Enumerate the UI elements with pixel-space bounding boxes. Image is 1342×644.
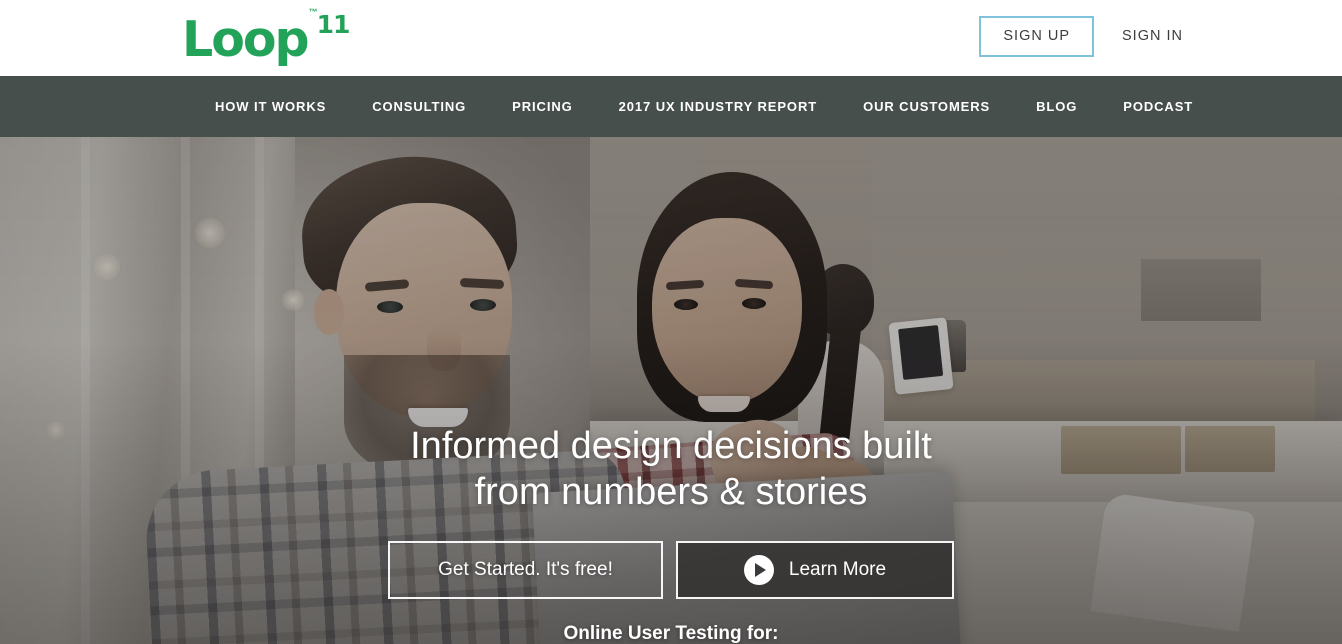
loop11-logo[interactable]: Loop ™ 11 [182,7,351,68]
nav-item-how-it-works[interactable]: HOW IT WORKS [215,99,326,114]
get-started-button[interactable]: Get Started. It's free! [388,540,663,599]
logo-number: 11 [316,9,351,39]
play-icon [743,554,774,585]
hero-cta-group: Get Started. It's free! Learn More [388,540,954,599]
logo-wordmark: Loop [182,10,310,68]
hero-headline: Informed design decisions built from num… [361,423,981,516]
learn-more-button[interactable]: Learn More [676,540,954,599]
hero-headline-line-2: from numbers & stories [474,471,868,514]
nav-item-pricing[interactable]: PRICING [512,99,572,114]
nav-item-blog[interactable]: BLOG [1036,99,1077,114]
auth-actions: SIGN UP SIGN IN [979,16,1187,57]
main-navigation: HOW IT WORKS CONSULTING PRICING 2017 UX … [0,76,1342,137]
site-header: Loop ™ 11 SIGN UP SIGN IN [0,0,1342,76]
page-root: Loop ™ 11 SIGN UP SIGN IN HOW IT WORKS C… [0,0,1342,644]
sign-up-button[interactable]: SIGN UP [979,16,1095,57]
nav-item-our-customers[interactable]: OUR CUSTOMERS [863,99,990,114]
hero-section: Informed design decisions built from num… [0,137,1342,644]
hero-subtext: Online User Testing for: [563,622,779,644]
sign-in-link[interactable]: SIGN IN [1118,17,1187,55]
nav-item-ux-industry-report[interactable]: 2017 UX INDUSTRY REPORT [619,99,817,114]
nav-item-consulting[interactable]: CONSULTING [372,99,466,114]
nav-item-podcast[interactable]: PODCAST [1123,99,1193,114]
hero-content: Informed design decisions built from num… [0,137,1342,644]
nav-items: HOW IT WORKS CONSULTING PRICING 2017 UX … [215,99,1193,114]
hero-headline-line-1: Informed design decisions built [410,425,932,467]
learn-more-label: Learn More [788,558,887,580]
